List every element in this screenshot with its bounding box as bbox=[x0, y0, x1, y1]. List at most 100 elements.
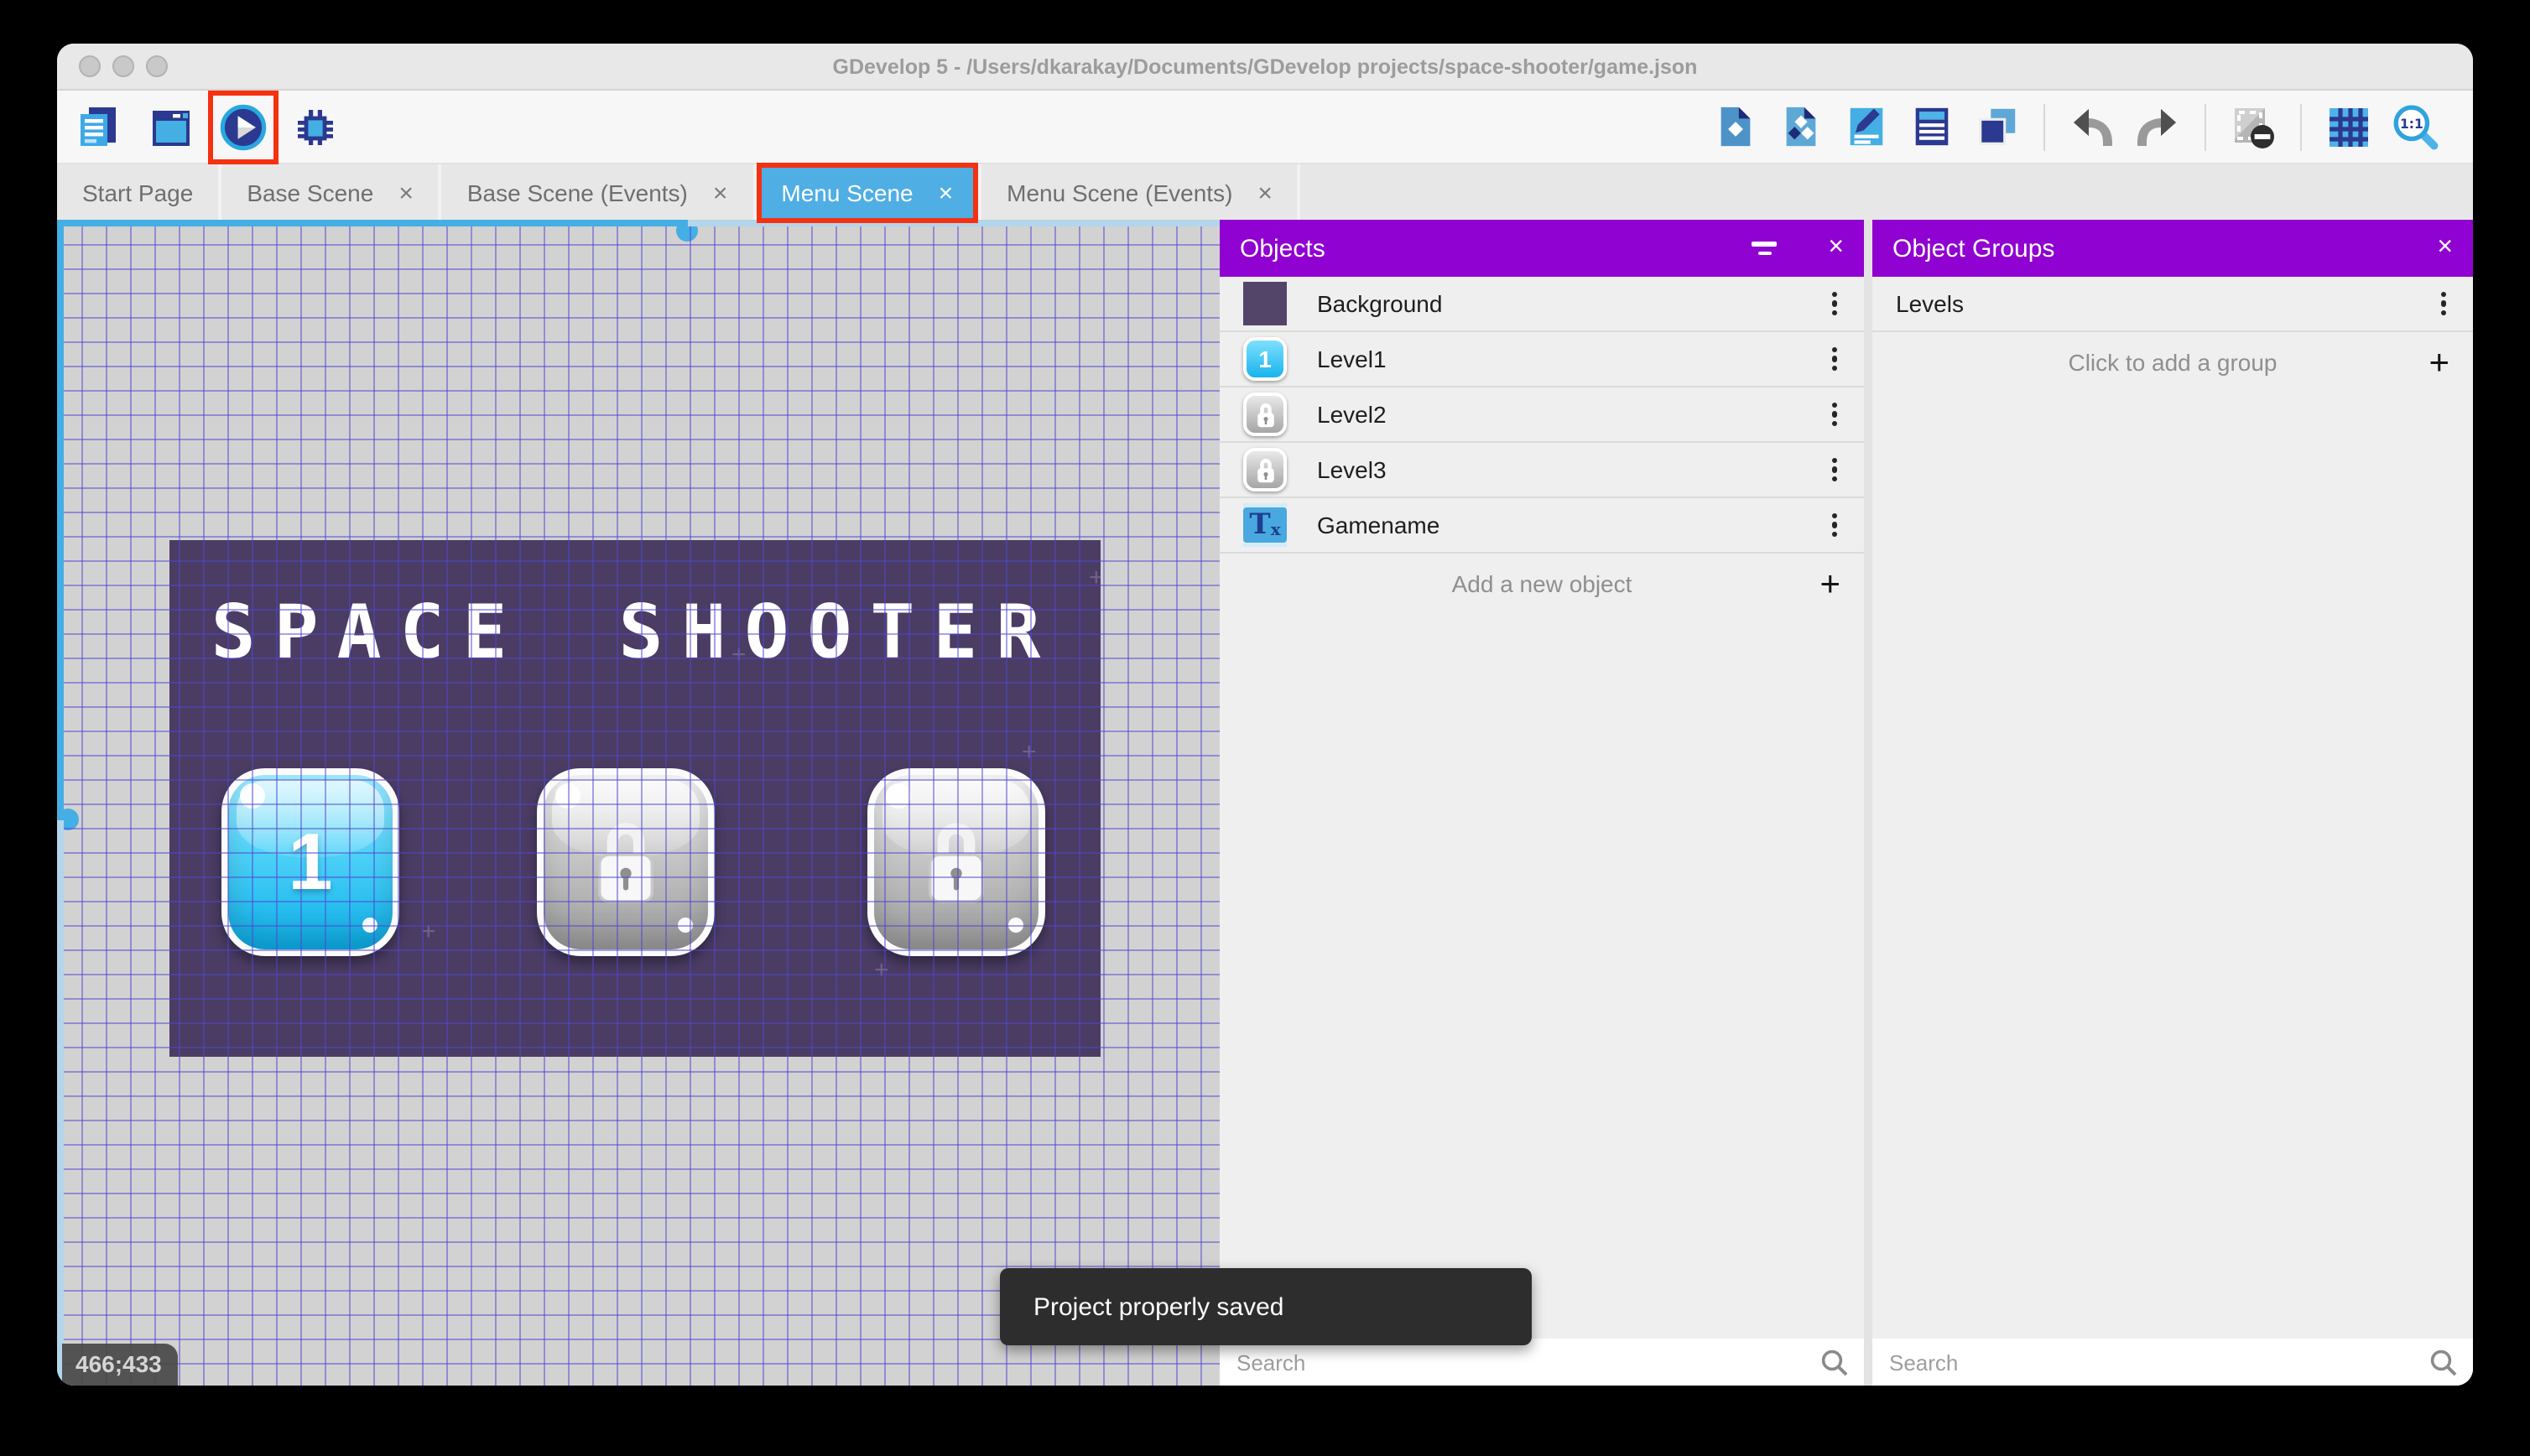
level3-thumbnail bbox=[1243, 448, 1287, 491]
screen: GDevelop 5 - /Users/dkarakay/Documents/G… bbox=[0, 0, 2530, 1456]
star-decoration: + bbox=[731, 641, 747, 669]
row-menu-icon[interactable] bbox=[1832, 402, 1837, 426]
objects-panel-title: Objects bbox=[1220, 234, 1325, 263]
level3-locked-button-object[interactable] bbox=[867, 768, 1045, 956]
object-groups-panel-header: Object Groups × bbox=[1872, 220, 2473, 277]
close-icon[interactable]: × bbox=[1257, 179, 1273, 207]
export-project-glyph bbox=[1712, 104, 1757, 149]
row-menu-icon[interactable] bbox=[1832, 512, 1837, 537]
objects-search-bar bbox=[1220, 1339, 1864, 1386]
edit-objects-glyph bbox=[1778, 104, 1823, 149]
add-group-button[interactable]: Click to add a group + bbox=[1872, 332, 2473, 393]
object-row-gamename[interactable]: Tx Gamename bbox=[1220, 498, 1864, 554]
button-shine-dot bbox=[678, 918, 693, 933]
tab-label: Base Scene (Events) bbox=[467, 179, 688, 206]
tab-base-scene-events[interactable]: Base Scene (Events) × bbox=[442, 164, 757, 221]
redo-glyph bbox=[2134, 103, 2181, 150]
plus-icon: + bbox=[1819, 566, 1840, 601]
debug-glyph bbox=[292, 103, 339, 150]
groups-search-bar bbox=[1872, 1339, 2473, 1386]
undo-glyph bbox=[2069, 103, 2116, 150]
level1-thumbnail: 1 bbox=[1243, 337, 1287, 381]
object-groups-panel: Object Groups × Levels Click to add a gr… bbox=[1872, 220, 2473, 1386]
row-menu-icon[interactable] bbox=[1832, 457, 1837, 481]
tab-start-page[interactable]: Start Page bbox=[57, 164, 221, 221]
objects-search-input[interactable] bbox=[1220, 1348, 1820, 1376]
level2-thumbnail bbox=[1243, 393, 1287, 436]
button-shine-dot bbox=[1008, 918, 1023, 933]
close-icon[interactable]: × bbox=[713, 179, 728, 207]
horizontal-scrollbar[interactable] bbox=[57, 220, 1220, 226]
row-menu-icon[interactable] bbox=[1832, 291, 1837, 315]
vertical-scrollbar[interactable] bbox=[57, 220, 64, 1386]
row-menu-icon[interactable] bbox=[1832, 346, 1837, 371]
scene-editor-icon[interactable] bbox=[146, 101, 196, 152]
plus-icon: + bbox=[2428, 345, 2449, 380]
window-title: GDevelop 5 - /Users/dkarakay/Documents/G… bbox=[57, 55, 2473, 78]
scene-title-text-object[interactable]: SPACE SHOOTER bbox=[169, 590, 1101, 676]
cursor-coordinates: 466;433 bbox=[62, 1344, 179, 1386]
toggle-grid-glyph bbox=[2325, 103, 2372, 150]
toolbar-separator bbox=[2205, 103, 2206, 150]
close-icon[interactable]: × bbox=[939, 179, 954, 207]
star-decoration: + bbox=[1022, 738, 1037, 767]
close-icon[interactable]: × bbox=[398, 179, 414, 207]
export-project-icon[interactable] bbox=[1710, 101, 1760, 152]
play-icon bbox=[218, 100, 268, 153]
row-menu-icon[interactable] bbox=[2441, 291, 2446, 315]
background-thumbnail bbox=[1243, 282, 1287, 325]
search-icon bbox=[1820, 1348, 1849, 1376]
edit-instances-glyph bbox=[1974, 104, 2019, 149]
star-decoration: + bbox=[874, 956, 889, 985]
object-groups-panel-title: Object Groups bbox=[1872, 234, 2054, 263]
groups-search-input[interactable] bbox=[1872, 1348, 2429, 1376]
redo-icon[interactable] bbox=[2132, 101, 2183, 152]
gdevelop-window: GDevelop 5 - /Users/dkarakay/Documents/G… bbox=[57, 44, 2473, 1386]
level2-locked-button-object[interactable] bbox=[537, 768, 715, 956]
tab-label: Base Scene bbox=[247, 179, 373, 206]
tab-base-scene[interactable]: Base Scene × bbox=[221, 164, 442, 221]
edit-scene-properties-glyph bbox=[1843, 104, 1888, 149]
text-object-thumbnail: Tx bbox=[1243, 503, 1287, 547]
toggle-mask-icon[interactable] bbox=[2228, 101, 2278, 152]
star-decoration: + bbox=[1089, 564, 1104, 592]
level1-button-object[interactable]: 1 bbox=[221, 768, 399, 956]
edit-instances-icon[interactable] bbox=[1971, 101, 2022, 152]
game-scene-preview: SPACE SHOOTER + + + + + 1 bbox=[169, 540, 1101, 1057]
tab-menu-scene-events[interactable]: Menu Scene (Events) × bbox=[981, 164, 1301, 221]
objects-panel: Objects × Background 1 Level1 bbox=[1220, 220, 1864, 1386]
edit-objects-icon[interactable] bbox=[1775, 101, 1825, 152]
zoom-1-1-glyph: 1:1 bbox=[2390, 102, 2439, 151]
open-layers-icon[interactable] bbox=[1906, 101, 1956, 152]
zoom-1-1-icon[interactable]: 1:1 bbox=[2389, 101, 2439, 152]
project-manager-icon[interactable] bbox=[74, 101, 124, 152]
object-row-level2[interactable]: Level2 bbox=[1220, 387, 1864, 443]
project-manager-glyph bbox=[75, 103, 122, 150]
tabbar: Start Page Base Scene × Base Scene (Even… bbox=[57, 164, 2473, 221]
scene-canvas[interactable]: SPACE SHOOTER + + + + + 1 bbox=[57, 220, 1220, 1386]
toolbar-right: 1:1 bbox=[1710, 101, 2473, 152]
object-row-level3[interactable]: Level3 bbox=[1220, 443, 1864, 498]
undo-icon[interactable] bbox=[2067, 101, 2117, 152]
button-shine-dot bbox=[362, 918, 377, 933]
close-icon[interactable]: × bbox=[1808, 233, 1864, 263]
toolbar-separator bbox=[2300, 103, 2302, 150]
play-button[interactable] bbox=[218, 101, 268, 152]
toolbar: 1:1 bbox=[57, 91, 2473, 164]
titlebar: GDevelop 5 - /Users/dkarakay/Documents/G… bbox=[57, 44, 2473, 91]
object-row-level1[interactable]: 1 Level1 bbox=[1220, 332, 1864, 387]
object-row-background[interactable]: Background bbox=[1220, 277, 1864, 332]
toggle-grid-icon[interactable] bbox=[2324, 101, 2374, 152]
toolbar-separator bbox=[2043, 103, 2045, 150]
debug-icon[interactable] bbox=[290, 101, 341, 152]
group-row-levels[interactable]: Levels bbox=[1872, 277, 2473, 332]
open-layers-glyph bbox=[1908, 104, 1954, 149]
close-icon[interactable]: × bbox=[2417, 233, 2473, 263]
add-object-button[interactable]: Add a new object + bbox=[1220, 554, 1864, 614]
objects-panel-header: Objects × bbox=[1220, 220, 1864, 277]
panel-divider[interactable] bbox=[1864, 220, 1872, 1386]
edit-scene-properties-icon[interactable] bbox=[1840, 101, 1891, 152]
filter-icon[interactable] bbox=[1751, 242, 1778, 255]
search-icon bbox=[2429, 1348, 2458, 1376]
tab-menu-scene[interactable]: Menu Scene × bbox=[756, 164, 981, 221]
